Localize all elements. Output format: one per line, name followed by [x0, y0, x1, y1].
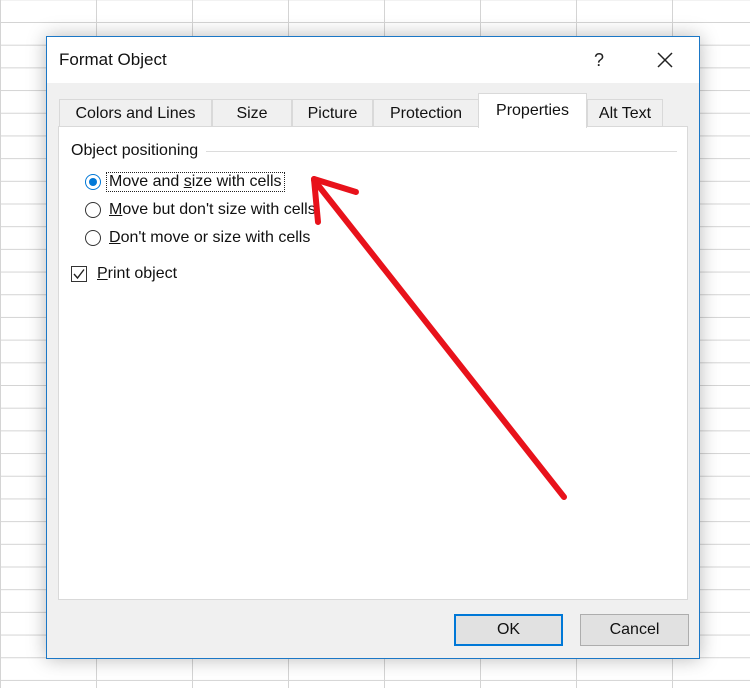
arrow-head-left: [311, 176, 321, 225]
arrow-shaft: [311, 177, 567, 500]
red-arrow-annotation: [311, 176, 567, 500]
tab-properties[interactable]: Properties: [478, 93, 587, 128]
